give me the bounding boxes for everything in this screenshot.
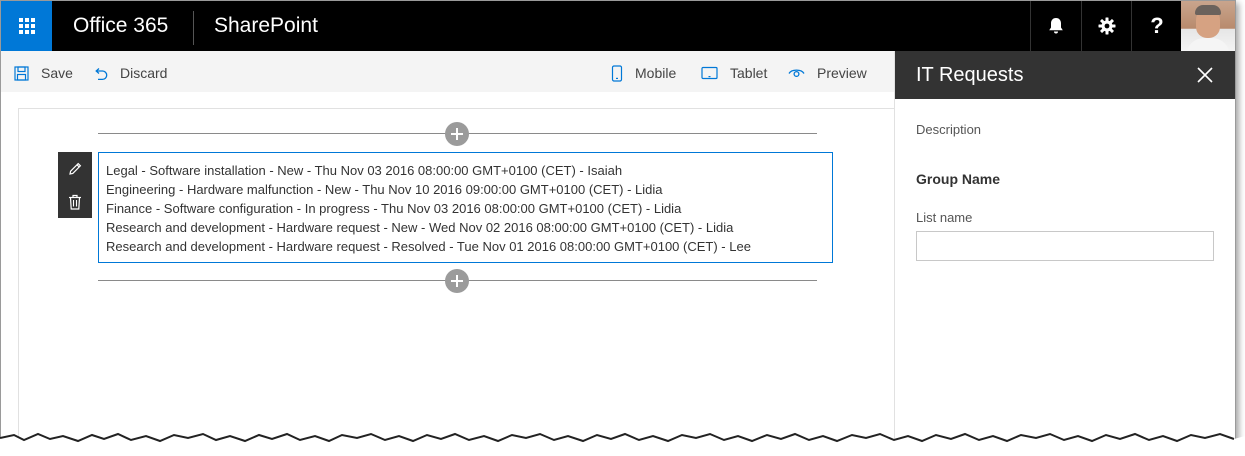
gear-icon xyxy=(1098,17,1116,35)
app-launcher-icon xyxy=(18,18,35,34)
discard-label: Discard xyxy=(120,65,168,81)
list-name-field[interactable] xyxy=(916,231,1214,261)
preview-label: Preview xyxy=(817,65,867,81)
help-button[interactable]: ? xyxy=(1131,1,1182,51)
save-icon xyxy=(14,65,29,81)
list-item: Engineering - Hardware malfunction - New… xyxy=(106,182,663,197)
group-name-heading: Group Name xyxy=(916,171,1001,187)
add-icon xyxy=(451,275,463,287)
settings-button[interactable] xyxy=(1081,1,1132,51)
eye-icon xyxy=(788,67,805,79)
brand-divider xyxy=(193,11,194,45)
list-item: Legal - Software installation - New - Th… xyxy=(106,163,623,178)
mobile-icon xyxy=(611,64,623,82)
pencil-icon xyxy=(69,162,82,175)
office-365-brand[interactable]: Office 365 xyxy=(73,14,168,38)
add-webpart-button-bottom[interactable] xyxy=(445,269,469,293)
save-label: Save xyxy=(41,65,73,81)
bell-icon xyxy=(1049,18,1063,34)
undo-icon xyxy=(93,66,108,81)
webpart-toolbar xyxy=(58,152,92,218)
command-bar: Save Discard Mobile Tablet Preview xyxy=(1,51,894,92)
delete-webpart-button[interactable] xyxy=(58,185,92,218)
suite-bar: Office 365 SharePoint ? xyxy=(1,1,1235,51)
sharepoint-workbench-window: Office 365 SharePoint ? Save Discard Mob… xyxy=(0,0,1236,446)
user-avatar[interactable] xyxy=(1181,1,1235,51)
torn-edge-decoration xyxy=(0,432,1245,456)
list-item: Research and development - Hardware requ… xyxy=(106,220,734,235)
it-requests-webpart[interactable]: Legal - Software installation - New - Th… xyxy=(98,152,833,263)
notifications-button[interactable] xyxy=(1030,1,1081,51)
close-icon xyxy=(1197,67,1213,83)
tablet-label: Tablet xyxy=(730,65,768,81)
list-name-label: List name xyxy=(916,210,973,225)
add-icon xyxy=(451,128,463,140)
property-pane-header: IT Requests xyxy=(895,51,1235,99)
tablet-view-button[interactable]: Tablet xyxy=(701,64,767,82)
request-list: Legal - Software installation - New - Th… xyxy=(99,153,832,256)
mobile-view-button[interactable]: Mobile xyxy=(611,64,676,82)
save-button[interactable]: Save xyxy=(14,64,73,82)
tablet-icon xyxy=(701,66,718,80)
close-pane-button[interactable] xyxy=(1195,65,1215,85)
page-canvas: Legal - Software installation - New - Th… xyxy=(18,108,895,445)
edit-webpart-button[interactable] xyxy=(58,152,92,185)
app-name[interactable]: SharePoint xyxy=(214,14,318,38)
preview-button[interactable]: Preview xyxy=(788,64,867,82)
discard-button[interactable]: Discard xyxy=(93,64,167,82)
mobile-label: Mobile xyxy=(635,65,677,81)
list-item: Research and development - Hardware requ… xyxy=(106,239,751,254)
trash-icon xyxy=(69,194,81,210)
app-launcher-button[interactable] xyxy=(1,1,52,51)
list-item: Finance - Software configuration - In pr… xyxy=(106,201,682,216)
property-pane-description: Description xyxy=(916,122,982,137)
add-webpart-button-top[interactable] xyxy=(445,122,469,146)
property-pane: IT Requests Description Group Name List … xyxy=(894,51,1235,445)
property-pane-title: IT Requests xyxy=(916,64,1024,86)
